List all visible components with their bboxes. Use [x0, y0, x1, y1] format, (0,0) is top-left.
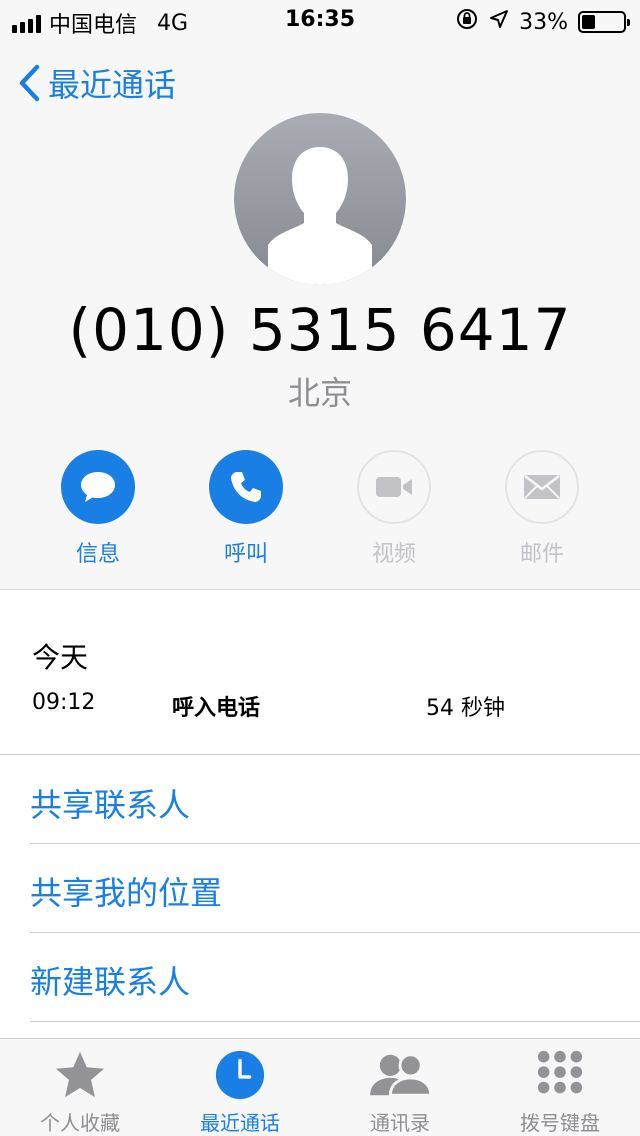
contact-phone-number: (010) 5315 6417 — [68, 296, 572, 364]
call-button[interactable] — [209, 450, 283, 524]
message-label: 信息 — [75, 542, 120, 567]
keypad-icon — [537, 1050, 583, 1094]
option-divider — [30, 843, 640, 844]
call-log-date: 今天 — [32, 641, 89, 674]
tab-keypad[interactable]: 拨号键盘 — [480, 1039, 640, 1136]
tab-recents-label: 最近通话 — [200, 1111, 280, 1135]
tab-contacts-label: 通讯录 — [370, 1111, 430, 1135]
call-type: 呼入电话 — [172, 696, 261, 721]
share-contact-option[interactable]: 共享联系人 — [30, 780, 190, 826]
mail-label: 邮件 — [519, 542, 564, 567]
back-button[interactable]: 最近通话 — [18, 60, 176, 106]
message-icon — [81, 472, 115, 502]
phone-icon — [231, 472, 261, 502]
status-bar: 中国电信 4G 16:35 33% — [0, 0, 640, 40]
battery-fill — [582, 15, 596, 29]
option-divider — [30, 1021, 640, 1022]
option-divider — [30, 932, 640, 933]
section-divider — [0, 754, 640, 755]
clock-icon — [215, 1050, 265, 1100]
share-location-option[interactable]: 共享我的位置 — [30, 868, 222, 914]
call-action[interactable]: 呼叫 — [208, 450, 284, 568]
battery-percent: 33% — [519, 9, 568, 35]
contact-actions: 信息 呼叫 视频 邮件 — [60, 450, 580, 568]
video-label: 视频 — [371, 542, 416, 567]
video-action[interactable]: 视频 — [356, 450, 432, 568]
location-arrow-icon — [489, 9, 509, 35]
battery-icon — [578, 11, 630, 33]
mail-action[interactable]: 邮件 — [504, 450, 580, 568]
mail-icon — [524, 475, 560, 499]
tab-bar: 个人收藏 最近通话 通讯录 拨号键盘 — [0, 1038, 640, 1136]
status-right: 33% — [455, 7, 630, 37]
orientation-lock-icon — [455, 7, 479, 37]
video-button[interactable] — [357, 450, 431, 524]
tab-favorites[interactable]: 个人收藏 — [0, 1039, 160, 1136]
call-duration: 54 秒钟 — [426, 696, 505, 721]
message-action[interactable]: 信息 — [60, 450, 136, 568]
back-label: 最近通话 — [48, 66, 177, 104]
person-silhouette-icon — [268, 147, 372, 285]
contacts-icon — [370, 1053, 433, 1097]
contact-avatar — [234, 113, 406, 285]
mail-button[interactable] — [505, 450, 579, 524]
video-icon — [376, 477, 412, 497]
call-time: 09:12 — [32, 690, 96, 715]
message-button[interactable] — [61, 450, 135, 524]
contact-location: 北京 — [287, 374, 352, 412]
tab-favorites-label: 个人收藏 — [40, 1111, 120, 1135]
chevron-left-icon — [19, 64, 40, 102]
tab-keypad-label: 拨号键盘 — [520, 1111, 600, 1135]
new-contact-option[interactable]: 新建联系人 — [30, 957, 190, 1003]
tab-contacts[interactable]: 通讯录 — [320, 1039, 480, 1136]
tab-recents[interactable]: 最近通话 — [160, 1039, 320, 1136]
star-icon — [55, 1051, 105, 1098]
call-label: 呼叫 — [223, 542, 268, 567]
